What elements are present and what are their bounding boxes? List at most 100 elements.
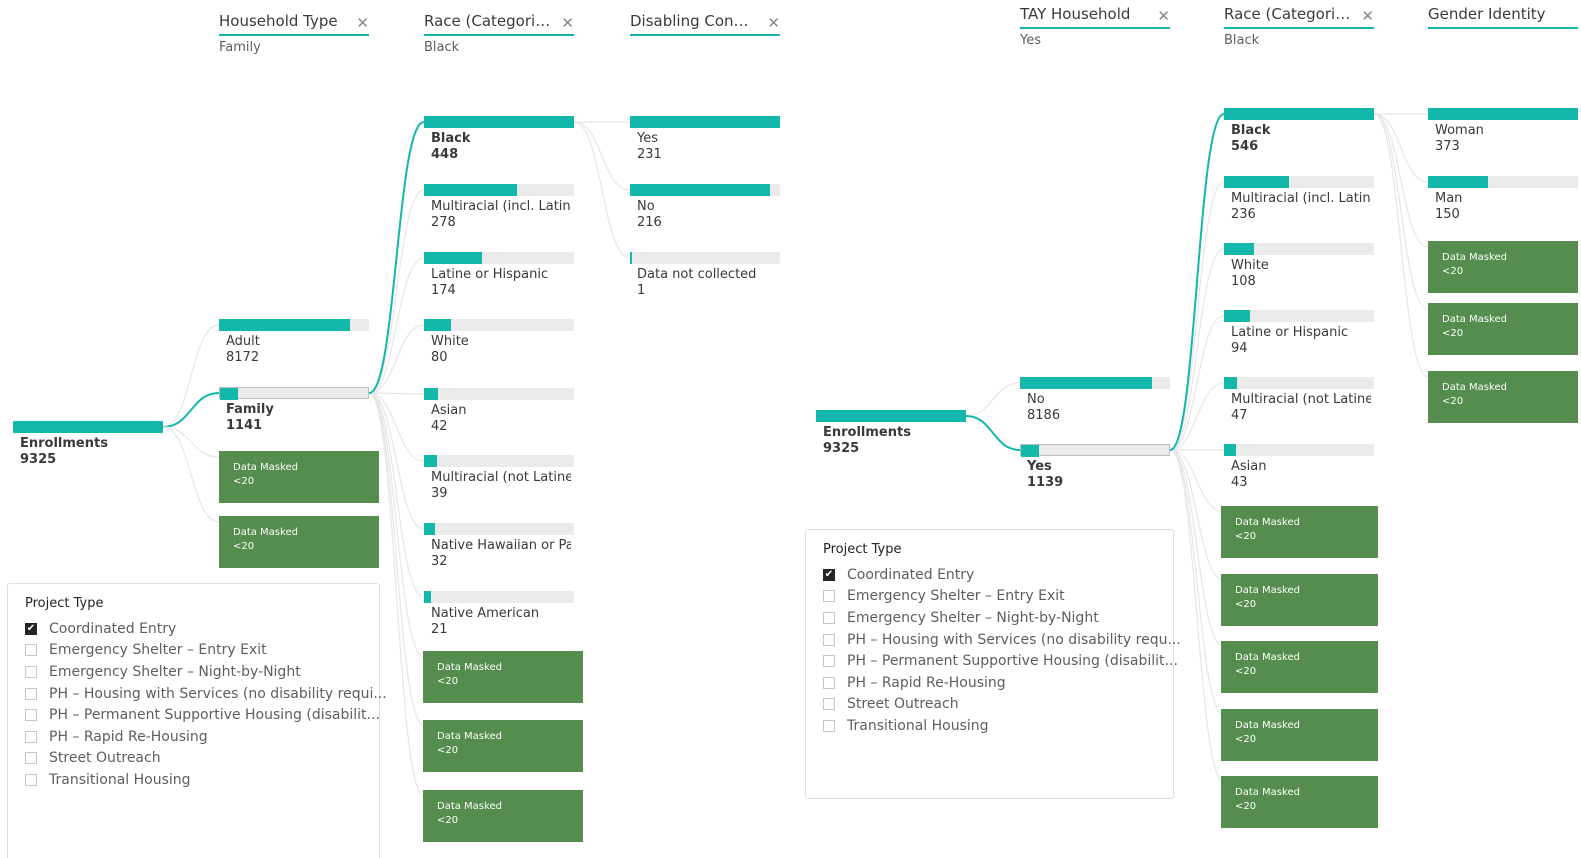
data-masked-node[interactable]: Data Masked <20 [423, 720, 583, 772]
tree-node[interactable]: Native Hawaiian or Pa... 32 [424, 523, 574, 579]
slicer-option[interactable]: Transitional Housing [25, 769, 387, 791]
close-icon[interactable]: ✕ [356, 14, 369, 32]
close-icon[interactable]: ✕ [767, 14, 780, 32]
data-masked-node[interactable]: Data Masked <20 [1221, 776, 1378, 828]
checkbox-checked-icon[interactable]: ✔ [823, 568, 835, 581]
slicer-option[interactable]: PH – Housing with Services (no disabilit… [25, 683, 387, 705]
slicer-option[interactable]: Emergency Shelter – Entry Exit [823, 586, 1181, 608]
tree-node[interactable]: Latine or Hispanic 174 [424, 252, 574, 308]
tree-node-root[interactable]: Enrollments 9325 [816, 410, 966, 466]
tree-node-selected[interactable]: Yes 1139 [1020, 444, 1170, 500]
data-masked-node[interactable]: Data Masked <20 [1221, 641, 1378, 693]
tree-node[interactable]: Asian 42 [424, 388, 574, 444]
tree-node-selected[interactable]: Black 546 [1224, 108, 1374, 164]
tree-node[interactable]: Latine or Hispanic 94 [1224, 310, 1374, 366]
close-icon[interactable]: ✕ [1157, 7, 1170, 25]
node-value: 231 [637, 147, 662, 162]
checkbox-icon[interactable] [25, 665, 37, 678]
slicer-option[interactable]: PH – Rapid Re-Housing [25, 726, 387, 748]
tree-node[interactable]: Multiracial (incl. Latine... 236 [1224, 176, 1374, 232]
tree-node[interactable]: Multiracial (not Latine ... 39 [424, 455, 574, 511]
node-value: 1141 [226, 418, 263, 433]
tree-node[interactable]: No 8186 [1020, 377, 1170, 433]
tree-node[interactable]: Adult 8172 [219, 319, 369, 375]
column-title: Gender Identity [1428, 5, 1546, 23]
node-value: 174 [431, 283, 456, 298]
checkbox-icon[interactable] [25, 773, 37, 786]
checkbox-icon[interactable] [823, 590, 835, 603]
node-label: Latine or Hispanic [431, 267, 549, 282]
data-masked-node[interactable]: Data Masked <20 [219, 451, 379, 503]
node-label: Enrollments [823, 425, 911, 440]
project-type-slicer: Project Type ✔ Coordinated Entry Emergenc… [805, 529, 1181, 799]
data-masked-node[interactable]: Data Masked <20 [1428, 371, 1578, 423]
checkbox-icon[interactable] [823, 719, 835, 732]
tree-node[interactable]: Yes 231 [630, 116, 780, 172]
checkbox-icon[interactable] [823, 611, 835, 624]
tree-link [573, 121, 631, 191]
checkbox-icon[interactable] [823, 655, 835, 668]
tree-node[interactable]: White 108 [1224, 243, 1374, 299]
node-label: Adult [226, 334, 260, 349]
slicer-option[interactable]: PH – Housing with Services (no disabilit… [823, 629, 1181, 651]
slicer-option[interactable]: Emergency Shelter – Entry Exit [25, 640, 387, 662]
slicer-option[interactable]: PH – Permanent Supportive Housing (disab… [823, 650, 1181, 672]
tree-node[interactable]: Multiracial (incl. Latine... 278 [424, 184, 574, 240]
tree-node[interactable]: Asian 43 [1224, 444, 1374, 500]
slicer-option[interactable]: PH – Rapid Re-Housing [823, 672, 1181, 694]
checkbox-icon[interactable] [25, 644, 37, 657]
data-masked-node[interactable]: Data Masked <20 [1221, 709, 1378, 761]
checkbox-icon[interactable] [25, 752, 37, 765]
slicer-option[interactable]: Emergency Shelter – Night-by-Night [823, 607, 1181, 629]
tree-node[interactable]: No 216 [630, 184, 780, 240]
tree-node[interactable]: Multiracial (not Latine ... 47 [1224, 377, 1374, 433]
tree-node-selected[interactable]: Black 448 [424, 116, 574, 172]
close-icon[interactable]: ✕ [561, 14, 574, 32]
active-link [1169, 113, 1225, 451]
slicer-option[interactable]: ✔ Coordinated Entry [25, 618, 387, 640]
checkbox-icon[interactable] [25, 709, 37, 722]
checkbox-icon[interactable] [25, 687, 37, 700]
close-icon[interactable]: ✕ [1361, 7, 1374, 25]
column-header-household-type[interactable]: Household Type ✕ Family [219, 0, 369, 56]
slicer-option[interactable]: Street Outreach [25, 748, 387, 770]
node-value: 1139 [1027, 475, 1064, 490]
tree-node[interactable]: White 80 [424, 319, 574, 375]
data-masked-node[interactable]: Data Masked <20 [423, 790, 583, 842]
tree-node-root[interactable]: Enrollments 9325 [13, 421, 163, 477]
tree-link [1169, 181, 1225, 451]
slicer-title: Project Type [25, 596, 104, 611]
slicer-option[interactable]: ✔ Coordinated Entry [823, 564, 1181, 586]
column-header-race[interactable]: Race (Categorized) ✕ Black [424, 0, 574, 56]
slicer-options: ✔ Coordinated Entry Emergency Shelter – E… [25, 618, 387, 791]
slicer-option[interactable]: Transitional Housing [823, 715, 1181, 737]
node-value: 216 [637, 215, 662, 230]
tree-node[interactable]: Man 150 [1428, 176, 1578, 232]
column-header-gender-identity[interactable]: Gender Identity [1428, 0, 1578, 49]
slicer-option[interactable]: Street Outreach [823, 694, 1181, 716]
column-header-race[interactable]: Race (Categorized) ✕ Black [1224, 0, 1374, 49]
column-selection: Black [424, 40, 460, 55]
tree-node-selected[interactable]: Family 1141 [219, 387, 369, 443]
node-label: Yes [637, 131, 658, 146]
data-masked-node[interactable]: Data Masked <20 [1221, 574, 1378, 626]
checkbox-icon[interactable] [823, 698, 835, 711]
checkbox-checked-icon[interactable]: ✔ [25, 622, 37, 635]
data-masked-node[interactable]: Data Masked <20 [219, 516, 379, 568]
tree-node[interactable]: Data not collected 1 [630, 252, 780, 308]
data-masked-node[interactable]: Data Masked <20 [1428, 241, 1578, 293]
tree-node[interactable]: Woman 373 [1428, 108, 1578, 164]
slicer-option[interactable]: Emergency Shelter – Night-by-Night [25, 661, 387, 683]
data-masked-node[interactable]: Data Masked <20 [1428, 303, 1578, 355]
checkbox-icon[interactable] [823, 633, 835, 646]
slicer-option[interactable]: PH – Permanent Supportive Housing (disab… [25, 704, 387, 726]
checkbox-icon[interactable] [823, 676, 835, 689]
checkbox-icon[interactable] [25, 730, 37, 743]
column-header-tay-household[interactable]: TAY Household ✕ Yes [1020, 0, 1170, 49]
data-masked-node[interactable]: Data Masked <20 [1221, 506, 1378, 558]
data-masked-node[interactable]: Data Masked <20 [423, 651, 583, 703]
column-selection: Yes [1020, 33, 1041, 48]
column-header-disabling-condition[interactable]: Disabling Condit... ✕ [630, 0, 780, 56]
node-value: 32 [431, 554, 448, 569]
tree-node[interactable]: Native American 21 [424, 591, 574, 647]
